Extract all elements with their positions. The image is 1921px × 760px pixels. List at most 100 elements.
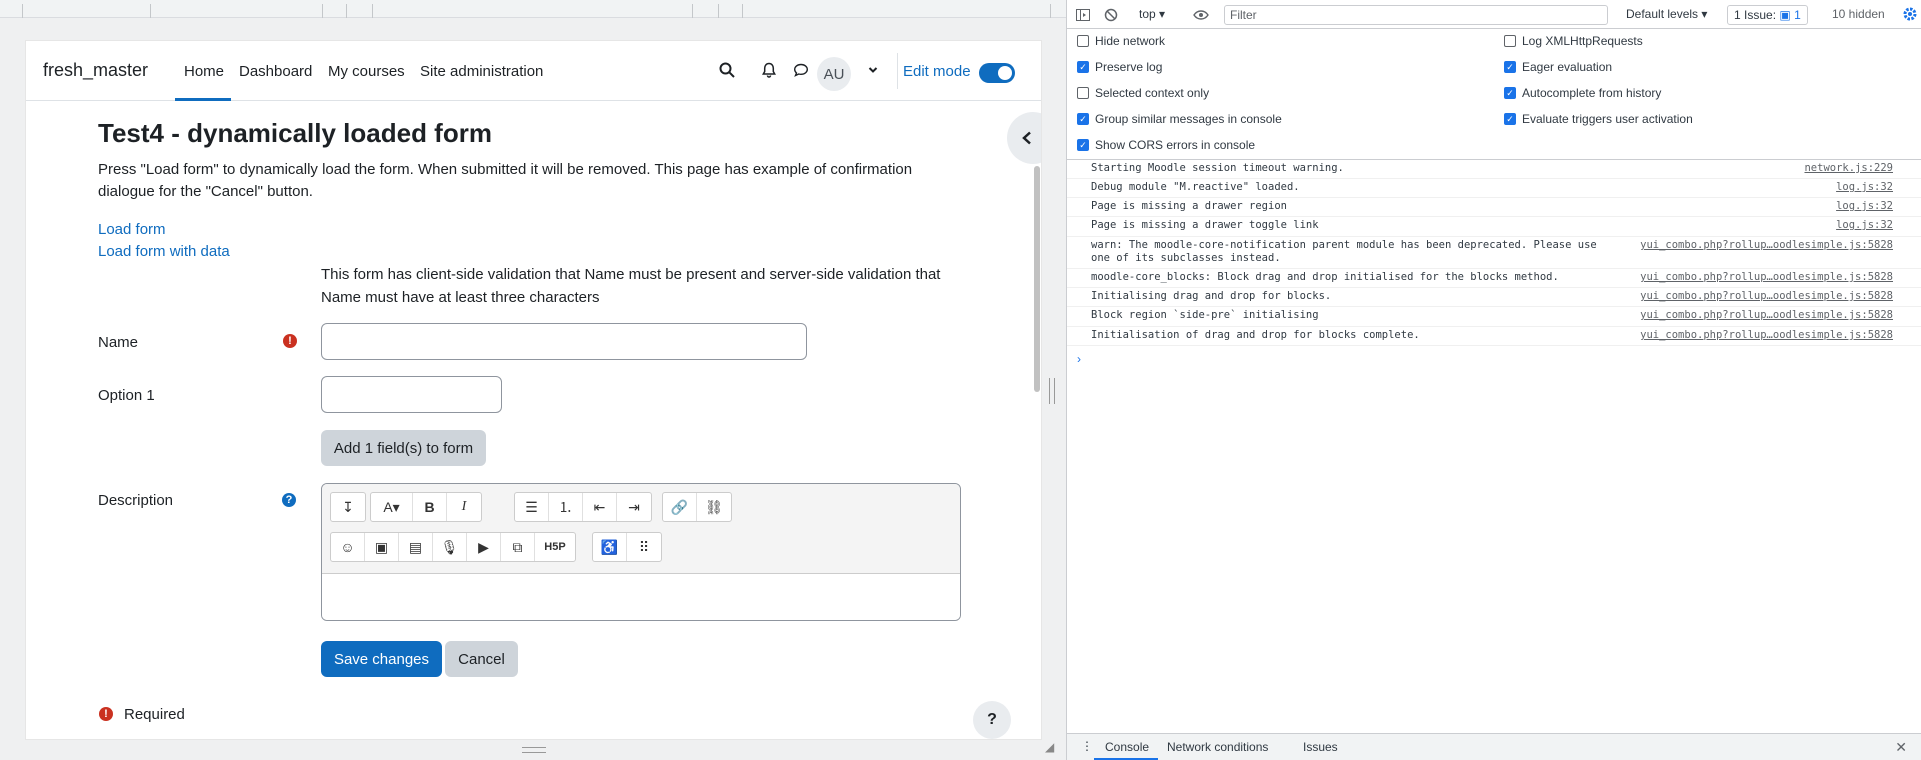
setting-evaluate-triggers[interactable]: ✓ Evaluate triggers user activation <box>1504 112 1693 126</box>
log-levels-dropdown[interactable]: Default levels ▾ <box>1626 7 1707 21</box>
ordered-list-icon[interactable]: ⒈ <box>549 493 583 521</box>
paragraph-style-icon[interactable]: A▾ <box>371 493 413 521</box>
message-text: moodle-core_blocks: Block drag and drop … <box>1091 271 1559 283</box>
italic-icon[interactable]: I <box>447 493 481 521</box>
bold-icon[interactable]: B <box>413 493 447 521</box>
show-more-buttons-icon[interactable]: ↧ <box>331 493 365 521</box>
tab-issues[interactable]: Issues <box>1303 740 1338 754</box>
drawer-toggle-button[interactable] <box>1007 112 1041 164</box>
eye-icon[interactable] <box>1193 7 1209 23</box>
tab-network-conditions[interactable]: Network conditions <box>1167 740 1268 754</box>
user-avatar[interactable]: AU <box>817 57 851 91</box>
message-text: Initialisation of drag and drop for bloc… <box>1091 329 1420 341</box>
message-source-link[interactable]: yui_combo.php?rollup…oodlesimple.js:5828 <box>1640 271 1893 283</box>
split-handle[interactable] <box>1049 378 1055 404</box>
console-prompt[interactable]: › <box>1077 352 1081 366</box>
resize-handle[interactable] <box>522 747 546 753</box>
bell-icon[interactable] <box>757 58 781 82</box>
editor-content-area[interactable] <box>322 574 960 620</box>
help-button[interactable]: ? <box>973 701 1011 739</box>
checkbox[interactable] <box>1077 87 1089 99</box>
devtools-drawer-tabs: ⋮ Console Network conditions Issues ✕ <box>1067 733 1921 760</box>
option1-input[interactable] <box>321 376 502 413</box>
setting-autocomplete-history[interactable]: ✓ Autocomplete from history <box>1504 86 1661 100</box>
media-icon[interactable]: ▤ <box>399 533 433 561</box>
message-source-link[interactable]: yui_combo.php?rollup…oodlesimple.js:5828 <box>1640 309 1893 321</box>
checkbox-checked[interactable]: ✓ <box>1504 113 1516 125</box>
load-form-link[interactable]: Load form <box>98 221 166 238</box>
outdent-icon[interactable]: ⇤ <box>583 493 617 521</box>
issues-button[interactable]: 1 Issue: ▣ 1 <box>1727 5 1808 25</box>
page-title: Test4 - dynamically loaded form <box>98 118 492 148</box>
chat-icon[interactable] <box>789 58 813 82</box>
message-source-link[interactable]: yui_combo.php?rollup…oodlesimple.js:5828 <box>1640 239 1893 251</box>
emoji-icon[interactable]: ☺ <box>331 533 365 561</box>
close-icon[interactable]: ✕ <box>1895 739 1907 756</box>
sidebar-toggle-icon[interactable] <box>1075 7 1091 23</box>
checkbox-checked[interactable]: ✓ <box>1077 113 1089 125</box>
indent-icon[interactable]: ⇥ <box>617 493 651 521</box>
name-input[interactable] <box>321 323 807 360</box>
link-icon[interactable]: 🔗 <box>663 493 697 521</box>
nav-site-administration[interactable]: Site administration <box>420 63 543 80</box>
screenreader-helper-icon[interactable]: ⠿ <box>627 533 661 561</box>
resize-corner-icon[interactable]: ◢ <box>1045 740 1054 754</box>
message-source-link[interactable]: log.js:32 <box>1836 200 1893 212</box>
editor-toolbar-group: ☰ ⒈ ⇤ ⇥ <box>514 492 652 522</box>
edit-mode-toggle[interactable] <box>979 63 1015 83</box>
record-audio-icon[interactable]: 🎙 <box>433 533 467 561</box>
message-source-link[interactable]: log.js:32 <box>1836 181 1893 193</box>
checkbox-checked[interactable]: ✓ <box>1077 61 1089 73</box>
page-scrollbar[interactable] <box>1034 166 1040 392</box>
save-changes-button[interactable]: Save changes <box>321 641 442 677</box>
setting-show-cors-errors[interactable]: ✓ Show CORS errors in console <box>1077 138 1255 152</box>
h5p-icon[interactable]: H5P <box>535 533 575 561</box>
nav-dashboard[interactable]: Dashboard <box>239 63 312 80</box>
load-form-with-data-link[interactable]: Load form with data <box>98 243 230 260</box>
site-brand[interactable]: fresh_master <box>43 60 148 81</box>
message-text: Page is missing a drawer region <box>1091 200 1287 212</box>
nav-home[interactable]: Home <box>184 63 224 80</box>
nav-my-courses[interactable]: My courses <box>328 63 405 80</box>
message-source-link[interactable]: log.js:32 <box>1836 219 1893 231</box>
record-video-icon[interactable]: ▶ <box>467 533 501 561</box>
setting-eager-evaluation[interactable]: ✓ Eager evaluation <box>1504 60 1612 74</box>
image-icon[interactable]: ▣ <box>365 533 399 561</box>
console-filter-input[interactable]: Filter <box>1224 5 1608 25</box>
more-tabs-icon[interactable]: ⋮ <box>1081 739 1093 753</box>
setting-group-similar[interactable]: ✓ Group similar messages in console <box>1077 112 1282 126</box>
device-toolbar-strip <box>0 0 1066 18</box>
checkbox-checked[interactable]: ✓ <box>1504 61 1516 73</box>
message-source-link[interactable]: yui_combo.php?rollup…oodlesimple.js:5828 <box>1640 290 1893 302</box>
setting-hide-network[interactable]: Hide network <box>1077 34 1165 48</box>
tab-console[interactable]: Console <box>1105 740 1149 754</box>
cancel-button[interactable]: Cancel <box>445 641 518 677</box>
message-text: warn: The moodle-core-notification paren… <box>1091 239 1604 264</box>
checkbox[interactable] <box>1504 35 1516 47</box>
add-field-button[interactable]: Add 1 field(s) to form <box>321 430 486 466</box>
setting-label: Group similar messages in console <box>1095 112 1282 126</box>
setting-preserve-log[interactable]: ✓ Preserve log <box>1077 60 1162 74</box>
search-icon[interactable] <box>715 58 739 82</box>
console-message: Debug module "M.reactive" loaded. log.js… <box>1067 179 1921 198</box>
checkbox-checked[interactable]: ✓ <box>1504 87 1516 99</box>
setting-label: Preserve log <box>1095 60 1163 74</box>
unordered-list-icon[interactable]: ☰ <box>515 493 549 521</box>
message-source-link[interactable]: yui_combo.php?rollup…oodlesimple.js:5828 <box>1640 329 1893 341</box>
devtools-panel: top ▾ Filter Default levels ▾ 1 Issue: ▣… <box>1066 0 1921 760</box>
chevron-down-icon[interactable] <box>861 58 885 82</box>
manage-files-icon[interactable]: ⧉ <box>501 533 535 561</box>
gear-icon[interactable] <box>1902 6 1918 22</box>
message-source-link[interactable]: network.js:229 <box>1804 162 1893 174</box>
checkbox[interactable] <box>1077 35 1089 47</box>
setting-selected-context-only[interactable]: Selected context only <box>1077 86 1209 100</box>
clear-console-icon[interactable] <box>1103 7 1119 23</box>
setting-log-xhr[interactable]: Log XMLHttpRequests <box>1504 34 1643 48</box>
checkbox-checked[interactable]: ✓ <box>1077 139 1089 151</box>
unlink-icon[interactable]: ⛓ <box>697 493 731 521</box>
setting-label: Hide network <box>1095 34 1166 48</box>
accessibility-checker-icon[interactable]: ♿ <box>593 533 627 561</box>
context-selector[interactable]: top ▾ <box>1139 7 1165 21</box>
setting-label: Log XMLHttpRequests <box>1522 34 1643 48</box>
help-icon[interactable]: ? <box>282 493 296 507</box>
